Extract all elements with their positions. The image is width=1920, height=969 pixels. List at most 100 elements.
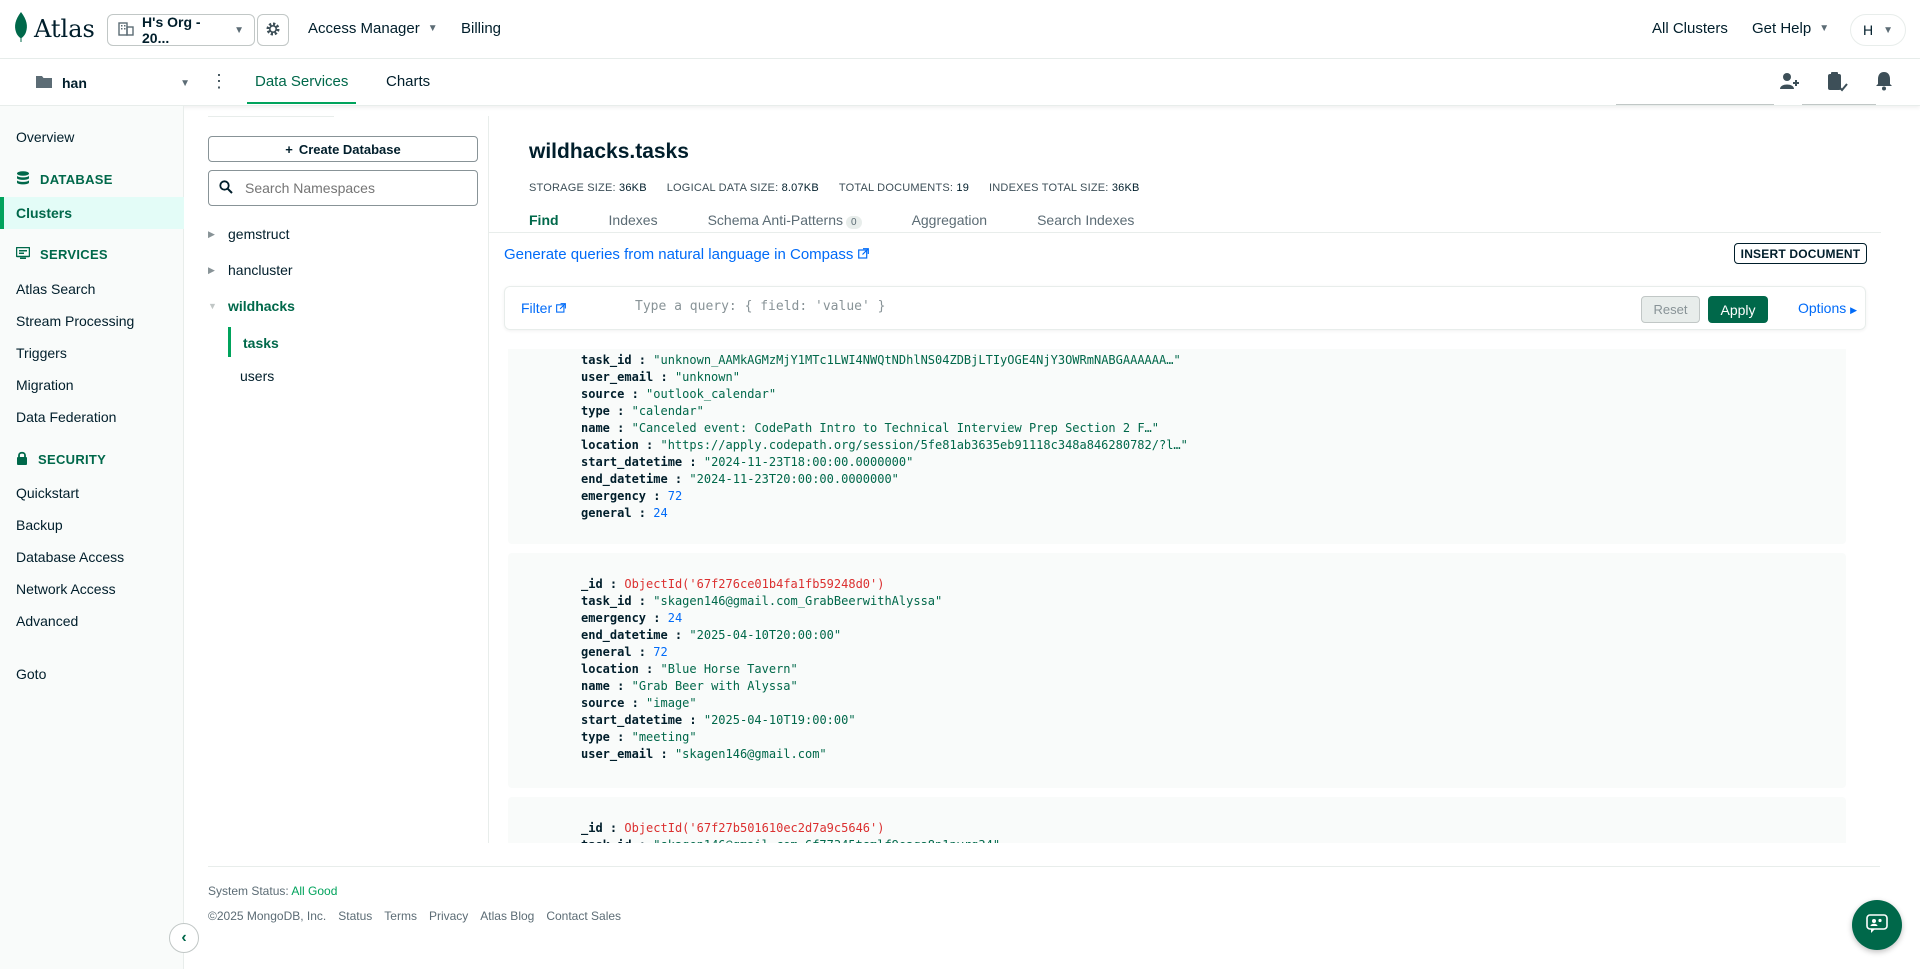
user-menu-button[interactable]: H ▼ <box>1850 14 1906 46</box>
field-separator: : <box>638 662 661 676</box>
document-field: user_email : "skagen146@gmail.com" <box>581 747 827 761</box>
all-clusters-link[interactable]: All Clusters <box>1652 20 1728 37</box>
footer-link-status[interactable]: Status <box>338 909 372 923</box>
query-filter-input[interactable]: Type a query: { field: 'value' } <box>635 299 885 314</box>
namespace-collection-users[interactable]: users <box>240 368 274 384</box>
field-value: "Grab Beer with Alyssa" <box>631 679 798 693</box>
document-field: task_id : "skagen146@gmail.com_6f77345ts… <box>581 838 1000 843</box>
document-field: type : "calendar" <box>581 404 704 418</box>
namespace-collection-tasks[interactable]: tasks <box>243 335 279 351</box>
caret-right-icon: ▶ <box>208 228 215 239</box>
sidebar-item-atlas-search[interactable]: Atlas Search <box>16 281 95 297</box>
document-field: end_datetime : "2024-11-23T20:00:00.0000… <box>581 472 899 486</box>
external-link-icon <box>857 246 869 263</box>
options-toggle[interactable]: Options ▶ <box>1798 300 1857 316</box>
chevron-down-icon: ▼ <box>180 77 190 89</box>
documents-list: task_id : "unknown_AAMkAGMzMjY1MTc1LWI4N… <box>489 349 1881 843</box>
document-field: _id : ObjectId('67f27b501610ec2d7a9c5646… <box>581 821 884 835</box>
tab-find[interactable]: Find <box>529 212 559 229</box>
collapse-sidebar-button[interactable]: ‹ <box>169 923 199 953</box>
field-separator: : <box>631 353 654 367</box>
footer-link-privacy[interactable]: Privacy <box>429 909 468 923</box>
sidebar-item-quickstart[interactable]: Quickstart <box>16 485 79 501</box>
sidebar-item-backup[interactable]: Backup <box>16 517 63 533</box>
copyright: ©2025 MongoDB, Inc. <box>208 909 327 923</box>
sidebar-item-database-access[interactable]: Database Access <box>16 549 124 565</box>
field-separator: : <box>667 628 690 642</box>
database-header: DATABASE <box>40 172 113 187</box>
field-key: location <box>581 662 639 676</box>
tab-aggregation[interactable]: Aggregation <box>912 212 988 229</box>
footer-link-terms[interactable]: Terms <box>384 909 417 923</box>
access-manager-menu[interactable]: Access Manager ▼ <box>308 20 438 37</box>
atlas-logo[interactable]: Atlas <box>14 12 95 45</box>
plus-icon: + <box>285 141 293 157</box>
document-card[interactable]: _id : ObjectId('67f27b501610ec2d7a9c5646… <box>508 797 1846 843</box>
field-key: task_id <box>581 594 632 608</box>
chevron-down-icon: ▼ <box>1819 23 1830 34</box>
sidebar-item-data-federation[interactable]: Data Federation <box>16 409 116 425</box>
tab-charts[interactable]: Charts <box>386 73 430 90</box>
tab-search-indexes[interactable]: Search Indexes <box>1037 212 1134 229</box>
chevron-down-icon: ▼ <box>1883 24 1894 36</box>
sidebar-item-clusters[interactable]: Clusters <box>16 205 72 221</box>
sidebar-item-goto[interactable]: Goto <box>16 666 46 682</box>
apply-button[interactable]: Apply <box>1708 296 1768 323</box>
project-options-kebab-icon[interactable]: ⋮ <box>210 71 228 92</box>
document-card[interactable]: _id : ObjectId('67f276ce01b4fa1fb59248d0… <box>508 553 1846 788</box>
namespace-db-hancluster[interactable]: ▶ hancluster <box>208 262 293 278</box>
stat-label: LOGICAL DATA SIZE: <box>666 182 779 194</box>
footer-link-contact-sales[interactable]: Contact Sales <box>546 909 621 923</box>
sidebar-item-migration[interactable]: Migration <box>16 377 74 393</box>
namespace-search-input[interactable] <box>245 180 465 196</box>
field-separator: : <box>602 821 625 835</box>
tab-schema-anti-patterns[interactable]: Schema Anti-Patterns 0 <box>708 212 862 229</box>
get-help-menu[interactable]: Get Help ▼ <box>1752 20 1829 37</box>
reset-button[interactable]: Reset <box>1641 296 1700 323</box>
field-value: "unknown" <box>674 370 740 384</box>
sidebar-item-triggers[interactable]: Triggers <box>16 345 67 361</box>
field-separator: : <box>646 489 668 503</box>
stat-value: 19 <box>956 182 970 194</box>
atlas-brand-text: Atlas <box>34 14 95 43</box>
create-database-button[interactable]: + Create Database <box>208 136 478 162</box>
create-database-label: Create Database <box>298 141 401 157</box>
project-activity-button[interactable] <box>1826 71 1848 96</box>
status-value-link[interactable]: All Good <box>291 884 337 898</box>
project-select[interactable]: han ▼ <box>36 71 190 95</box>
namespace-db-gemstruct[interactable]: ▶ gemstruct <box>208 226 289 242</box>
sidebar-item-overview[interactable]: Overview <box>16 129 74 145</box>
organization-select[interactable]: H's Org - 20... ▼ <box>107 14 255 46</box>
system-status: System Status: All Good <box>208 884 337 898</box>
project-bar: han ▼ ⋮ Data Services Charts <box>0 59 1920 106</box>
stat-indexes-size: INDEXES TOTAL SIZE: 36KB <box>989 182 1140 194</box>
notifications-button[interactable] <box>1875 71 1893 94</box>
field-separator: : <box>646 611 668 625</box>
chevron-down-icon: ▼ <box>427 23 438 34</box>
filter-link[interactable]: Filter <box>521 300 566 316</box>
tab-data-services[interactable]: Data Services <box>247 73 357 104</box>
gear-icon <box>265 21 281 40</box>
person-add-icon <box>1779 71 1801 96</box>
footer-link-atlas-blog[interactable]: Atlas Blog <box>480 909 534 923</box>
tab-indexes[interactable]: Indexes <box>609 212 658 229</box>
insert-document-button[interactable]: INSERT DOCUMENT <box>1734 243 1867 264</box>
document-card[interactable]: task_id : "unknown_AAMkAGMzMjY1MTc1LWI4N… <box>508 349 1846 544</box>
field-value: "Canceled event: CodePath Intro to Techn… <box>631 421 1159 435</box>
left-sidebar: Overview DATABASE Clusters SERVICES Atla… <box>0 106 184 969</box>
access-manager-label: Access Manager <box>308 20 420 37</box>
field-separator: : <box>609 730 632 744</box>
field-key: type <box>581 730 610 744</box>
sidebar-item-stream-processing[interactable]: Stream Processing <box>16 313 134 329</box>
sidebar-item-advanced[interactable]: Advanced <box>16 613 78 629</box>
organization-settings-button[interactable] <box>257 14 289 46</box>
footer-divider <box>208 866 1880 867</box>
stat-value: 36KB <box>1111 182 1140 194</box>
support-chat-button[interactable] <box>1852 900 1902 950</box>
sidebar-item-network-access[interactable]: Network Access <box>16 581 116 597</box>
natural-language-compass-link[interactable]: Generate queries from natural language i… <box>504 246 869 263</box>
collection-main: wildhacks.tasks STORAGE SIZE: 36KB LOGIC… <box>489 116 1881 843</box>
namespace-db-wildhacks[interactable]: ▼ wildhacks <box>208 298 295 314</box>
invite-user-button[interactable] <box>1779 71 1801 96</box>
billing-link[interactable]: Billing <box>461 20 501 37</box>
